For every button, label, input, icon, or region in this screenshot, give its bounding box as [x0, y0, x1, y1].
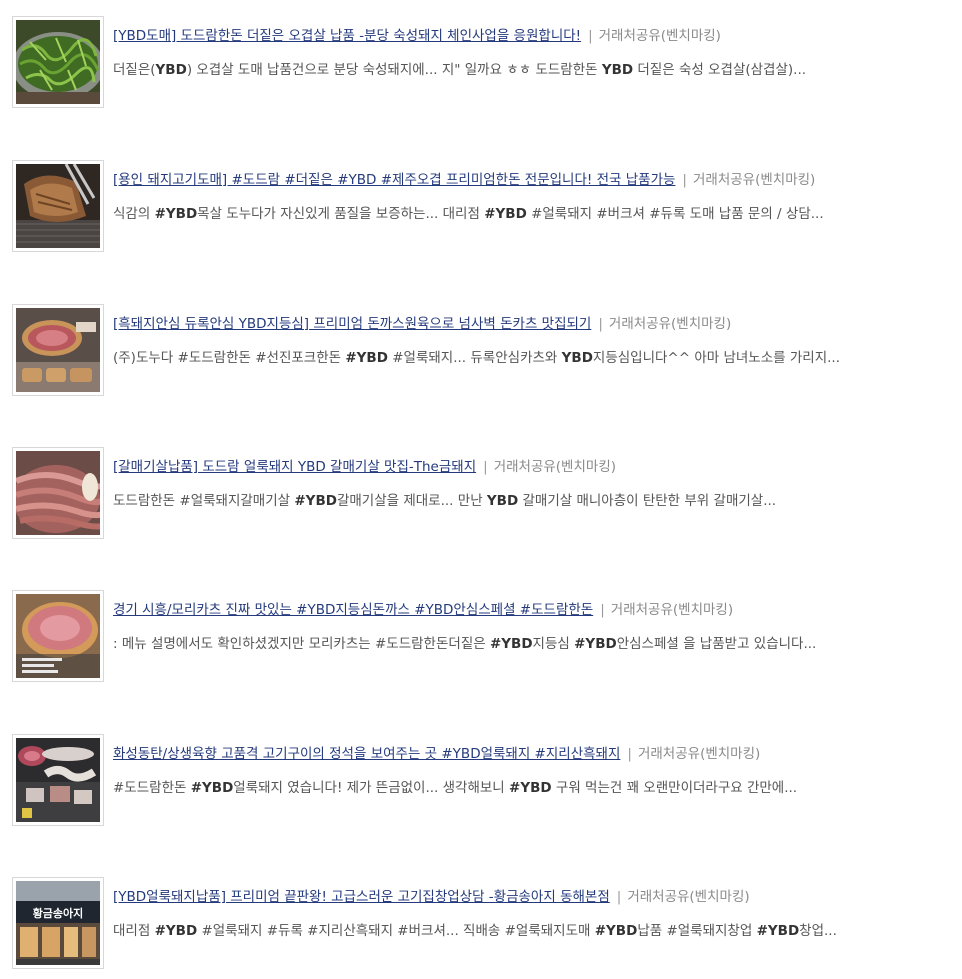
result-source-category[interactable]: 거래처공유(벤치마킹): [609, 316, 731, 332]
description-text: 갈매기살 매니아층이 탄탄한 부위 갈매기살...: [518, 493, 777, 509]
keyword-highlight: #YBD: [190, 780, 234, 796]
description-text: : 메뉴 설명에서도 확인하셨겠지만 모리카츠는 #도드람한돈더짙은: [113, 636, 490, 652]
description-text: (주)도누다 #도드람한돈 #선진포크한돈: [113, 350, 346, 366]
result-title-link[interactable]: [흑돼지안심 듀록안심 YBD지등심] 프리미엄 돈까스원육으로 넘사벽 돈카츠…: [113, 316, 591, 332]
description-text: 도드람한돈 #얼룩돼지갈매기살: [113, 493, 295, 509]
keyword-highlight: #YBD: [345, 350, 388, 366]
keyword-highlight: YBD: [486, 493, 519, 509]
result-thumbnail[interactable]: [12, 590, 104, 682]
result-item: [갈매기살납품] 도드람 얼룩돼지 YBD 갈매기살 맛집-The금돼지 | 거래처…: [0, 447, 962, 543]
keyword-highlight: #YBD: [594, 923, 638, 939]
result-description: #도드람한돈 #YBD얼룩돼지 였습니다! 제가 뜬금없이... 생각해보니 #…: [113, 778, 943, 798]
result-item: 황금송아지 [YBD얼룩돼지납품] 프리미엄 끝판왕! 고급스러운 고기집창업상…: [0, 877, 962, 973]
result-item: 화성동탄/상생육향 고품격 고기구이의 정석을 보여주는 곳 #YBD얼룩돼지 …: [0, 734, 962, 830]
result-source-category[interactable]: 거래처공유(벤치마킹): [599, 28, 721, 44]
meat-platter-image: [16, 738, 100, 822]
result-description: 더짙은(YBD) 오겹살 도매 납품건으로 분당 숙성돼지에... 지" 일까요…: [113, 60, 943, 80]
result-thumbnail[interactable]: [12, 447, 104, 539]
result-title-link[interactable]: [갈매기살납품] 도드람 얼룩돼지 YBD 갈매기살 맛집-The금돼지: [113, 459, 476, 475]
keyword-highlight: #YBD: [756, 923, 800, 939]
pink-cutlet-image: [16, 594, 100, 678]
description-text: 안심스페셜 을 납품받고 있습니다...: [616, 636, 817, 652]
description-text: 지등심입니다^^ 아마 남녀노소를 가리지...: [592, 350, 840, 366]
description-text: 식감의: [113, 206, 155, 222]
tonkatsu-cutlet-image: [16, 308, 100, 392]
description-text: 더짙은(: [113, 62, 156, 78]
description-text: ) 오겹살 도매 납품건으로 분당 숙성돼지에... 지" 일까요 ㅎㅎ 도드람…: [186, 62, 602, 78]
description-text: 갈매기살을 제대로... 만난: [336, 493, 487, 509]
result-description: 대리점 #YBD #얼룩돼지 #듀록 #지리산흑돼지 #버크셔... 직배송 #…: [113, 921, 943, 941]
keyword-highlight: #YBD: [154, 206, 198, 222]
result-thumbnail[interactable]: [12, 734, 104, 826]
result-item: 경기 시흥/모리카츠 진짜 맛있는 #YBD지등심돈까스 #YBD안심스페셜 #…: [0, 590, 962, 686]
result-description: 식감의 #YBD목살 도누다가 자신있게 품질을 보증하는... 대리점 #YB…: [113, 204, 943, 224]
keyword-highlight: YBD: [155, 62, 187, 78]
keyword-highlight: #YBD: [509, 780, 552, 796]
result-source-category[interactable]: 거래처공유(벤치마킹): [693, 172, 815, 188]
result-item: [흑돼지안심 듀록안심 YBD지등심] 프리미엄 돈까스원육으로 넘사벽 돈카츠…: [0, 304, 962, 400]
keyword-highlight: #YBD: [484, 206, 527, 222]
keyword-highlight: YBD: [601, 62, 634, 78]
description-text: 구워 먹는건 꽤 오랜만이더라구요 간만에...: [551, 780, 798, 796]
description-text: 창업...: [799, 923, 837, 939]
result-title-link[interactable]: [YBD도매] 도드람한돈 더짙은 오겹살 납품 -분당 숙성돼지 체인사업을 …: [113, 28, 581, 44]
result-thumbnail[interactable]: [12, 16, 104, 108]
result-item: [용인 돼지고기도매] #도드람 #더짙은 #YBD #제주오겹 프리미엄한돈 …: [0, 160, 962, 256]
result-thumbnail[interactable]: [12, 160, 104, 252]
search-results-list: [YBD도매] 도드람한돈 더짙은 오겹살 납품 -분당 숙성돼지 체인사업을 …: [0, 0, 962, 979]
result-source-category[interactable]: 거래처공유(벤치마킹): [494, 459, 616, 475]
herbs-on-grill-image: [16, 20, 100, 104]
keyword-highlight: #YBD: [154, 923, 198, 939]
result-title-link[interactable]: [YBD얼룩돼지납품] 프리미엄 끝판왕! 고급스러운 고기집창업상담 -황금송…: [113, 889, 610, 905]
description-text: #얼룩돼지 #버크셔 #듀록 도매 납품 문의 / 상담...: [526, 206, 824, 222]
grilled-pork-tongs-image: [16, 164, 100, 248]
result-source-category[interactable]: 거래처공유(벤치마킹): [627, 889, 749, 905]
keyword-highlight: #YBD: [574, 636, 617, 652]
result-title-link[interactable]: 경기 시흥/모리카츠 진짜 맛있는 #YBD지등심돈까스 #YBD안심스페셜 #…: [113, 602, 593, 618]
result-description: : 메뉴 설명에서도 확인하셨겠지만 모리카츠는 #도드람한돈더짙은 #YBD지…: [113, 634, 943, 654]
description-text: 더짙은 숙성 오겹살(삼겹살)...: [633, 62, 807, 78]
result-source-category[interactable]: 거래처공유(벤치마킹): [638, 746, 760, 762]
result-title-link[interactable]: [용인 돼지고기도매] #도드람 #더짙은 #YBD #제주오겹 프리미엄한돈 …: [113, 172, 675, 188]
description-text: #얼룩돼지 #듀록 #지리산흑돼지 #버크셔... 직배송 #얼룩돼지도매: [197, 923, 595, 939]
description-text: #도드람한돈: [113, 780, 191, 796]
result-title-link[interactable]: 화성동탄/상생육향 고품격 고기구이의 정석을 보여주는 곳 #YBD얼룩돼지 …: [113, 746, 620, 762]
raw-pork-slices-image: [16, 451, 100, 535]
result-thumbnail[interactable]: [12, 304, 104, 396]
description-text: #얼룩돼지... 듀록안심카츠와: [387, 350, 562, 366]
result-description: 도드람한돈 #얼룩돼지갈매기살 #YBD갈매기살을 제대로... 만난 YBD …: [113, 491, 943, 511]
result-thumbnail[interactable]: 황금송아지: [12, 877, 104, 969]
storefront-sign-text: 황금송아지: [32, 907, 84, 920]
result-source-category[interactable]: 거래처공유(벤치마킹): [611, 602, 733, 618]
keyword-highlight: #YBD: [489, 636, 533, 652]
description-text: 지등심: [532, 636, 575, 652]
result-item: [YBD도매] 도드람한돈 더짙은 오겹살 납품 -분당 숙성돼지 체인사업을 …: [0, 16, 962, 112]
description-text: 목살 도누다가 자신있게 품질을 보증하는... 대리점: [197, 206, 485, 222]
keyword-highlight: #YBD: [294, 493, 337, 509]
keyword-highlight: YBD: [561, 350, 593, 366]
description-text: 얼룩돼지 였습니다! 제가 뜬금없이... 생각해보니: [233, 780, 510, 796]
result-description: (주)도누다 #도드람한돈 #선진포크한돈 #YBD #얼룩돼지... 듀록안심…: [113, 348, 943, 368]
description-text: 납품 #얼룩돼지창업: [637, 923, 757, 939]
storefront-image: 황금송아지: [16, 881, 100, 965]
description-text: 대리점: [113, 923, 155, 939]
